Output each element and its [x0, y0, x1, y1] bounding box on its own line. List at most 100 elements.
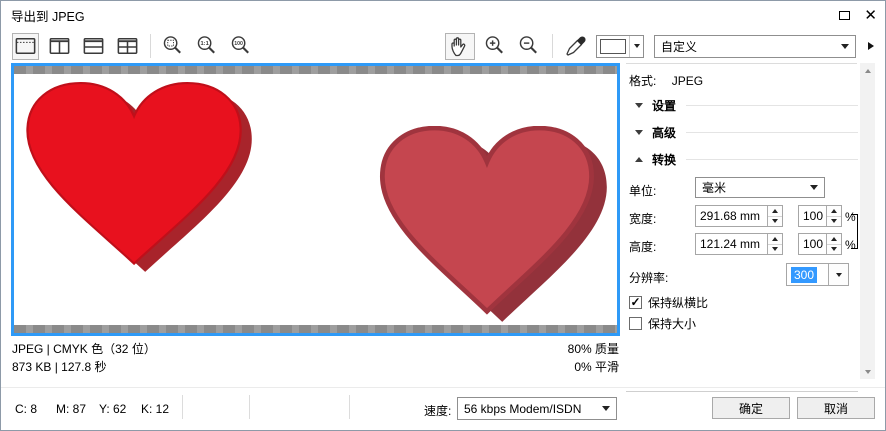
- height-percent-spinner[interactable]: [826, 234, 841, 254]
- zoom-out-icon: [519, 36, 537, 54]
- width-spinner[interactable]: [767, 206, 782, 226]
- chevron-down-icon: [635, 102, 643, 108]
- zoom-to-fit-icon: [163, 36, 181, 54]
- width-value: 291.68 mm: [700, 209, 761, 223]
- status-separator: [249, 395, 250, 419]
- zoom-1to1-icon: 1:1: [197, 36, 215, 54]
- heart-artwork-left: [26, 82, 252, 272]
- zoom-in-icon: [485, 36, 503, 54]
- height-spinner[interactable]: [767, 234, 782, 254]
- spin-down-icon[interactable]: [768, 217, 782, 227]
- svg-text:1:1: 1:1: [200, 41, 209, 47]
- flyout-arrow-icon[interactable]: [868, 42, 874, 50]
- spin-up-icon[interactable]: [768, 234, 782, 245]
- format-label: 格式:: [629, 74, 657, 88]
- resolution-dropdown[interactable]: [828, 264, 848, 285]
- section-settings[interactable]: 设置: [629, 96, 858, 114]
- maintain-aspect-checkbox-row[interactable]: ✓ 保持纵横比: [629, 294, 708, 311]
- chevron-up-icon: [635, 156, 643, 162]
- spin-up-icon[interactable]: [827, 234, 841, 245]
- ok-button[interactable]: 确定: [712, 397, 790, 419]
- preview-two-horizontal-button[interactable]: [80, 33, 107, 60]
- resolution-value-wrap: 300: [787, 264, 828, 285]
- spin-down-icon[interactable]: [768, 245, 782, 255]
- matte-color-swatch: [600, 38, 626, 54]
- matte-color-picker[interactable]: [596, 34, 644, 58]
- eyedropper-icon: [565, 36, 586, 56]
- panel-scrollbar[interactable]: [860, 63, 875, 379]
- preview-info-line1: JPEG | CMYK 色（32 位） 80% 质量: [12, 340, 619, 357]
- height-percent-value: 100: [803, 237, 824, 251]
- chevron-down-icon: [835, 272, 842, 277]
- maintain-aspect-label: 保持纵横比: [648, 296, 709, 310]
- matte-color-dropdown[interactable]: [629, 35, 643, 57]
- resolution-combo[interactable]: 300: [786, 263, 849, 286]
- format-value: JPEG: [671, 74, 704, 88]
- height-input[interactable]: 121.24 mm: [695, 233, 783, 255]
- black-value: K: 12: [141, 402, 170, 416]
- spin-down-icon[interactable]: [827, 245, 841, 255]
- resolution-value[interactable]: 300: [791, 266, 818, 283]
- zoom-to-fit-button[interactable]: [160, 33, 187, 60]
- speed-value: 56 kbps Modem/ISDN: [464, 401, 582, 416]
- export-preview[interactable]: [11, 63, 620, 336]
- preview-full-button[interactable]: [12, 32, 39, 60]
- format-colormode-text: JPEG | CMYK 色（32 位）: [12, 342, 156, 356]
- section-rule: [686, 158, 858, 160]
- page-edge-strip: [14, 325, 617, 333]
- yellow-value: Y: 62: [99, 402, 127, 416]
- width-percent-input[interactable]: 100: [798, 205, 842, 227]
- chevron-down-icon: [635, 129, 643, 135]
- width-percent-spinner[interactable]: [826, 206, 841, 226]
- spin-down-icon[interactable]: [827, 217, 841, 227]
- preset-select[interactable]: 自定义: [654, 34, 856, 58]
- maximize-icon[interactable]: [839, 10, 851, 20]
- speed-label: 速度:: [424, 404, 452, 418]
- preview-four-panes-button[interactable]: [114, 33, 141, 60]
- preview-two-vertical-button[interactable]: [46, 33, 73, 60]
- height-label: 高度:: [629, 240, 657, 254]
- checkbox-unchecked-icon[interactable]: [629, 317, 642, 330]
- single-pane-icon: [15, 38, 36, 54]
- zoom-out-button[interactable]: [516, 33, 543, 60]
- section-advanced-label: 高级: [652, 125, 677, 140]
- height-percent-input[interactable]: 100: [798, 233, 842, 255]
- zoom-in-button[interactable]: [482, 33, 509, 60]
- two-vertical-panes-icon: [49, 38, 70, 54]
- eyedropper-button[interactable]: [562, 33, 589, 60]
- scroll-up-icon[interactable]: [860, 63, 875, 78]
- cyan-value: C: 8: [15, 402, 38, 416]
- filesize-time-text: 873 KB | 127.8 秒: [12, 360, 107, 374]
- close-icon[interactable]: ✕: [864, 8, 877, 23]
- spin-up-icon[interactable]: [827, 206, 841, 217]
- width-input[interactable]: 291.68 mm: [695, 205, 783, 227]
- chevron-down-icon: [841, 43, 849, 49]
- section-rule: [686, 131, 858, 133]
- titlebar: 导出到 JPEG ✕: [1, 1, 885, 29]
- zoom-100-button[interactable]: 100: [228, 33, 255, 60]
- resolution-label: 分辨率:: [629, 271, 669, 285]
- maintain-size-label: 保持大小: [648, 317, 697, 331]
- spin-up-icon[interactable]: [768, 206, 782, 217]
- pan-tool-button[interactable]: [445, 32, 475, 60]
- unit-select[interactable]: 毫米: [695, 177, 825, 198]
- section-transform-label: 转换: [652, 152, 677, 167]
- cancel-button[interactable]: 取消: [797, 397, 875, 419]
- page-edge-strip: [14, 66, 617, 74]
- format-row: 格式: JPEG: [629, 72, 703, 89]
- dialog-title: 导出到 JPEG: [11, 9, 85, 24]
- toolbar: 1:1 100 自定义: [1, 29, 885, 63]
- scroll-down-icon[interactable]: [860, 364, 875, 379]
- maintain-size-checkbox-row[interactable]: 保持大小: [629, 315, 696, 332]
- toolbar-separator: [552, 34, 553, 58]
- section-advanced[interactable]: 高级: [629, 123, 858, 141]
- speed-select[interactable]: 56 kbps Modem/ISDN: [457, 397, 617, 420]
- svg-text:100: 100: [234, 41, 243, 47]
- checkbox-checked-icon[interactable]: ✓: [629, 296, 642, 309]
- preview-info-line2: 873 KB | 127.8 秒 0% 平滑: [12, 358, 619, 375]
- section-settings-label: 设置: [652, 98, 677, 113]
- hand-icon: [451, 37, 466, 57]
- status-separator: [349, 395, 350, 419]
- zoom-1to1-button[interactable]: 1:1: [194, 33, 221, 60]
- section-transform[interactable]: 转换: [629, 150, 858, 168]
